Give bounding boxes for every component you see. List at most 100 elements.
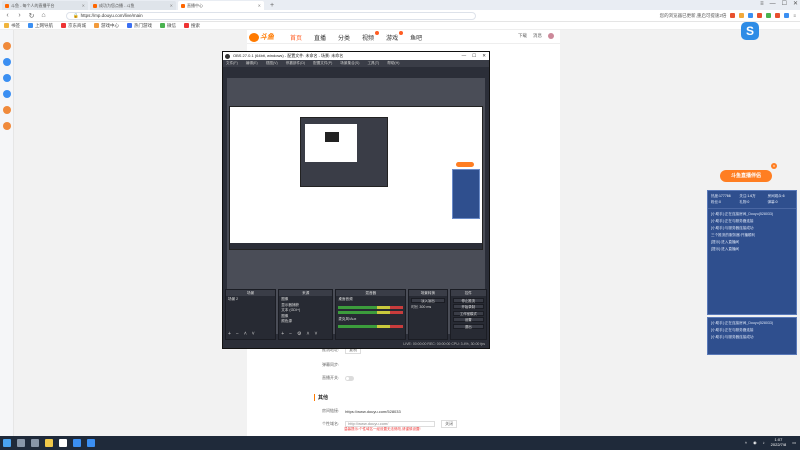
down-icon[interactable]: ˅ bbox=[314, 331, 317, 337]
down-icon[interactable]: ˅ bbox=[252, 331, 255, 337]
home-icon[interactable]: ⌂ bbox=[40, 12, 47, 19]
floating-app-button[interactable]: S bbox=[741, 22, 759, 40]
obs-taskbar-icon[interactable] bbox=[59, 439, 67, 447]
obs-menu-scene-collection[interactable]: 场景集合(S) bbox=[340, 60, 359, 67]
update-tip[interactable]: 您的浏览器已更新,重启可提速2倍 bbox=[660, 13, 727, 19]
sidebar-app-icon[interactable] bbox=[3, 42, 11, 50]
extension-icon[interactable] bbox=[775, 13, 781, 18]
stop-streaming-button[interactable]: 停止推流 bbox=[452, 297, 484, 303]
volume-icon[interactable]: ♪ bbox=[763, 440, 765, 445]
douyu-logo[interactable]: 斗鱼 bbox=[249, 32, 274, 42]
section-title-other: 其他 bbox=[314, 394, 328, 401]
tray-expand-icon[interactable]: ˄ bbox=[745, 440, 747, 445]
feed-item: 三个推流的服务器:开播顺利 bbox=[711, 233, 756, 237]
app-taskbar-icon[interactable] bbox=[87, 439, 95, 447]
nav-live[interactable]: 直播 bbox=[314, 33, 326, 42]
gear-icon[interactable]: ⚙ bbox=[297, 331, 301, 337]
browser-taskbar-icon[interactable] bbox=[73, 439, 81, 447]
bookmark-item[interactable]: 上网导航 bbox=[28, 23, 53, 29]
forward-icon[interactable]: › bbox=[16, 12, 23, 19]
up-icon[interactable]: ˄ bbox=[244, 331, 247, 337]
minimize-icon[interactable]: — bbox=[462, 52, 467, 60]
assistant-close-icon[interactable]: x bbox=[771, 163, 777, 169]
close-tab-icon[interactable]: ✕ bbox=[170, 3, 173, 8]
sidebar-app-icon[interactable] bbox=[3, 90, 11, 98]
obs-window[interactable]: OBS 27.0.1 (64bit, windows) - 配置文件: 未命名 … bbox=[222, 51, 490, 349]
nav-game[interactable]: 游戏 bbox=[386, 31, 404, 42]
browser-tab[interactable]: 斗鱼 - 每个人的直播平台 ✕ bbox=[2, 1, 88, 10]
feed-item: [小助手]:与服务器连接成功 bbox=[711, 226, 754, 230]
exit-button[interactable]: 退出 bbox=[452, 323, 484, 329]
settings-button[interactable]: 设置 bbox=[452, 317, 484, 322]
obs-menu-profile[interactable]: 配置文件(P) bbox=[313, 60, 332, 67]
menu-icon[interactable]: ≡ bbox=[760, 0, 764, 9]
task-view-icon[interactable] bbox=[31, 439, 39, 447]
remove-icon[interactable]: − bbox=[236, 331, 239, 337]
nav-category[interactable]: 分类 bbox=[338, 33, 350, 42]
extension-icon[interactable] bbox=[784, 13, 790, 18]
room-link-value[interactable]: https://www.douyu.com/528033 bbox=[345, 409, 401, 414]
bookmark-item[interactable]: 热门游戏 bbox=[127, 23, 152, 29]
extension-icon[interactable] bbox=[766, 13, 772, 18]
close-tab-icon[interactable]: ✕ bbox=[258, 3, 261, 8]
extension-icon[interactable] bbox=[748, 13, 754, 18]
sidebar-app-icon[interactable] bbox=[3, 58, 11, 66]
nav-home[interactable]: 首页 bbox=[290, 33, 302, 42]
extension-icon[interactable] bbox=[730, 13, 736, 18]
custom-domain-close-button[interactable]: 关闭 bbox=[441, 420, 458, 428]
obs-menu-view[interactable]: 视图(V) bbox=[266, 60, 278, 67]
nav-yuba[interactable]: 鱼吧 bbox=[410, 33, 422, 42]
assistant-tag[interactable]: 斗鱼直播伴侣 bbox=[720, 170, 772, 182]
network-icon[interactable]: ◉ bbox=[753, 440, 757, 445]
messages-link[interactable]: 消息 bbox=[533, 33, 542, 39]
search-icon[interactable] bbox=[17, 439, 25, 447]
bookmark-item[interactable]: 京东商城 bbox=[61, 23, 86, 29]
add-icon[interactable]: + bbox=[281, 331, 284, 337]
new-tab-button[interactable]: + bbox=[266, 1, 278, 10]
refresh-icon[interactable]: ↻ bbox=[28, 12, 35, 20]
obs-menu-file[interactable]: 文件(F) bbox=[226, 60, 238, 67]
source-item[interactable]: 颜色源 bbox=[281, 319, 330, 325]
file-explorer-icon[interactable] bbox=[45, 439, 53, 447]
close-window-icon[interactable]: ✕ bbox=[482, 52, 486, 60]
sidebar-app-icon[interactable] bbox=[3, 74, 11, 82]
tab-label: 斗鱼 - 每个人的直播平台 bbox=[11, 2, 55, 8]
bookmark-item[interactable]: 游戏中心 bbox=[94, 23, 119, 29]
avatar[interactable] bbox=[548, 33, 554, 39]
remove-icon[interactable]: − bbox=[289, 331, 292, 337]
close-window-icon[interactable]: ✕ bbox=[793, 0, 798, 9]
download-link[interactable]: 下载 bbox=[518, 33, 527, 39]
obs-menu-tools[interactable]: 工具(T) bbox=[367, 60, 379, 67]
obs-menu-edit[interactable]: 编辑(E) bbox=[246, 60, 258, 67]
nav-video[interactable]: 视频 bbox=[362, 31, 380, 42]
live-switch-toggle[interactable] bbox=[345, 375, 355, 381]
up-icon[interactable]: ˄ bbox=[307, 331, 310, 337]
clock[interactable]: 1:07 2022/7/8 bbox=[771, 437, 787, 447]
maximize-icon[interactable]: ☐ bbox=[472, 52, 476, 60]
transition-select[interactable]: 淡入淡出 bbox=[411, 297, 445, 303]
duration-value[interactable]: 300 ms bbox=[419, 305, 431, 309]
back-icon[interactable]: ‹ bbox=[4, 12, 11, 19]
close-tab-icon[interactable]: ✕ bbox=[82, 3, 85, 8]
maximize-icon[interactable]: ☐ bbox=[782, 0, 787, 9]
more-icon[interactable]: ≡ bbox=[793, 13, 796, 18]
scene-item[interactable]: 场景 2 bbox=[228, 297, 273, 303]
browser-tab[interactable]: 成功为您点播 - 斗鱼 ✕ bbox=[90, 1, 176, 10]
studio-mode-button[interactable]: 工作室模式 bbox=[452, 310, 484, 316]
start-recording-button[interactable]: 开始录制 bbox=[452, 304, 484, 309]
url-input[interactable]: 🔒 https://mp.douyu.com/live/main bbox=[66, 11, 476, 20]
bookmark-item[interactable]: 搜索 bbox=[184, 23, 200, 29]
extension-icon[interactable] bbox=[757, 13, 763, 18]
browser-tab-active[interactable]: 直播中心 ✕ bbox=[178, 1, 264, 10]
minimize-icon[interactable]: — bbox=[770, 0, 776, 9]
add-icon[interactable]: + bbox=[228, 331, 231, 337]
extension-icon[interactable] bbox=[739, 13, 745, 18]
obs-menu-docks[interactable]: 停靠部件(D) bbox=[286, 60, 305, 67]
sidebar-app-icon[interactable] bbox=[3, 122, 11, 130]
obs-menu-help[interactable]: 帮助(H) bbox=[387, 60, 399, 67]
notification-icon[interactable]: ▭ bbox=[792, 440, 796, 445]
start-icon[interactable] bbox=[3, 439, 11, 447]
bookmark-item[interactable]: 微信 bbox=[160, 23, 176, 29]
sidebar-app-icon[interactable] bbox=[3, 106, 11, 114]
bookmark-item[interactable]: 书签 bbox=[4, 23, 20, 29]
